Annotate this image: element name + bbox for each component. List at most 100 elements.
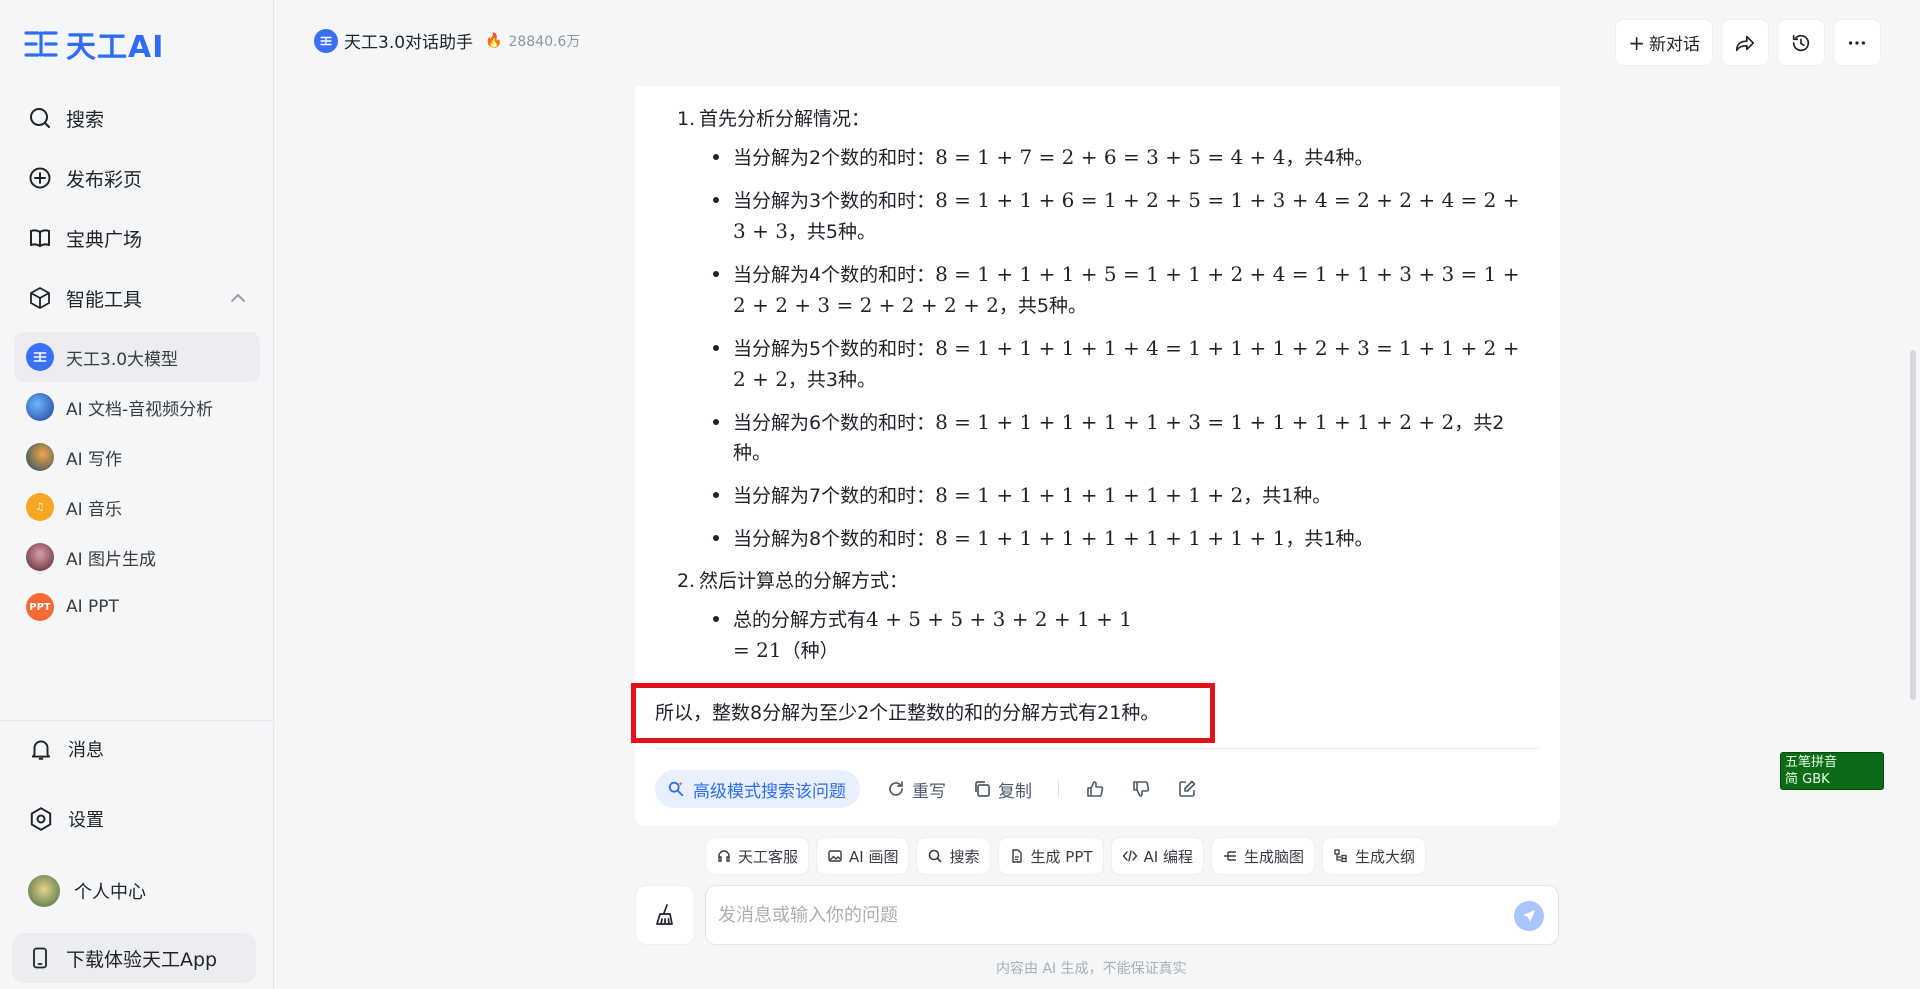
ime-mode-label: 五笔拼音	[1785, 755, 1838, 770]
tool-label: AI 画图	[849, 847, 899, 866]
bullet-text: 当分解为2个数的和时：	[733, 147, 936, 169]
brand-logo-icon	[24, 31, 58, 57]
advanced-search-icon	[668, 781, 684, 797]
subnav-item-ppt[interactable]: PPT AI PPT	[14, 582, 260, 632]
math-expression: 8 = 1 + 1 + 1 + 1 + 1 + 1 + 1 + 1	[935, 526, 1286, 550]
math-expression: 8 = 1 + 1 + 1 + 1 + 1 + 1 + 2	[935, 483, 1244, 507]
tool-label: 生成大纲	[1355, 847, 1416, 866]
tool-label: 搜索	[949, 847, 980, 866]
tool-search[interactable]: 搜索	[917, 838, 990, 874]
settings-link[interactable]: 设置	[28, 806, 104, 832]
page-scrollbar[interactable]	[1910, 350, 1916, 700]
download-app-button[interactable]: 下载体验天工App	[12, 933, 256, 983]
like-button[interactable]	[1085, 779, 1105, 799]
step-number: 2.	[677, 570, 696, 592]
messages-label: 消息	[68, 740, 104, 761]
quick-tools: 天工客服 AI 画图 搜索 生成 PPT AI 编程 生成脑图 生成大纲	[706, 838, 1426, 874]
nav-item-publish[interactable]: 发布彩页	[14, 148, 260, 208]
ime-toolbar[interactable]: 五笔拼音 简 GBK	[1780, 752, 1884, 790]
send-button[interactable]	[1514, 901, 1544, 931]
doc-analysis-avatar-icon	[26, 393, 54, 421]
new-chat-button[interactable]: + 新对话	[1616, 20, 1712, 65]
settings-icon	[30, 807, 52, 831]
edit-icon	[1179, 780, 1196, 797]
assistant-header[interactable]: 天工3.0对话助手 🔥 28840.6万	[314, 28, 580, 53]
advanced-search-button[interactable]: 高级模式搜索该问题	[655, 770, 860, 808]
advanced-search-label: 高级模式搜索该问题	[693, 781, 846, 802]
messages-link[interactable]: 消息	[28, 736, 104, 762]
bullet-tail: ，共4种。	[1285, 147, 1374, 169]
subnav-item-label: AI 图片生成	[66, 549, 157, 570]
nav-item-search[interactable]: 搜索	[14, 88, 260, 148]
history-icon	[1792, 34, 1810, 51]
message-input[interactable]	[718, 898, 1478, 932]
settings-label: 设置	[68, 810, 104, 831]
more-button[interactable]	[1834, 20, 1880, 65]
phone-icon	[33, 947, 47, 969]
share-icon	[1735, 35, 1755, 51]
thumbs-up-icon	[1087, 781, 1104, 797]
tool-outline[interactable]: 生成大纲	[1323, 838, 1426, 874]
subnav-item-tiangong-model[interactable]: 天工3.0大模型	[14, 332, 260, 382]
list-item: 当分解为5个数的和时：8 = 1 + 1 + 1 + 1 + 4 = 1 + 1…	[713, 333, 1537, 395]
step-2-bullets: 总的分解方式有4 + 5 + 5 + 3 + 2 + 1 + 1 = 21（种）	[713, 604, 1537, 666]
profile-link[interactable]: 个人中心	[28, 875, 146, 907]
clear-context-button[interactable]	[636, 886, 694, 944]
nav-item-label: 发布彩页	[66, 168, 143, 191]
ime-charset-label: 简 GBK	[1785, 772, 1830, 787]
history-button[interactable]	[1778, 20, 1824, 65]
answer-conclusion: 所以，整数8分解为至少2个正整数的和的分解方式有21种。	[655, 702, 1160, 724]
chevron-up-icon[interactable]	[228, 288, 248, 308]
plus-icon: +	[1628, 30, 1645, 55]
answer-step-1: 1. 首先分析分解情况：	[677, 104, 1537, 134]
nav-item-plaza[interactable]: 宝典广场	[14, 208, 260, 268]
plus-circle-icon	[29, 167, 51, 189]
answer-action-bar: 高级模式搜索该问题 重写 复制	[655, 770, 1197, 808]
sidebar: 天工AI 搜索 发布彩页 宝典广场 智能工具 天工3.0大模型 AI 文档-音视…	[0, 0, 274, 989]
tool-ai-coding[interactable]: AI 编程	[1111, 838, 1203, 874]
subnav-item-label: AI PPT	[66, 597, 119, 617]
rewrite-button[interactable]: 重写	[886, 777, 946, 802]
bullet-tail: ，共5种。	[998, 295, 1088, 317]
subnav-item-writing[interactable]: AI 写作	[14, 432, 260, 482]
assistant-avatar-icon	[314, 28, 338, 53]
brand-name: 天工AI	[66, 30, 165, 65]
bell-icon	[31, 740, 51, 760]
tool-mindmap[interactable]: 生成脑图	[1212, 838, 1315, 874]
brand-logo[interactable]: 天工AI	[24, 22, 164, 66]
bullet-tail: ，共5种。	[787, 221, 877, 243]
ppt-icon: PPT	[26, 593, 54, 621]
nav-item-label: 宝典广场	[66, 228, 143, 251]
main-nav: 搜索 发布彩页 宝典广场 智能工具 天工3.0大模型 AI 文档-音视频分析 A…	[14, 88, 260, 632]
list-item: 当分解为2个数的和时：8 = 1 + 7 = 2 + 6 = 3 + 5 = 4…	[713, 142, 1537, 173]
edit-button[interactable]	[1177, 779, 1197, 799]
subnav-item-image-gen[interactable]: AI 图片生成	[14, 532, 260, 582]
list-item: 总的分解方式有4 + 5 + 5 + 3 + 2 + 1 + 1 = 21（种）	[713, 604, 1537, 666]
bullet-tail: ，共3种。	[787, 369, 877, 391]
tool-label: 天工客服	[738, 847, 799, 866]
tool-ai-drawing[interactable]: AI 画图	[817, 838, 909, 874]
outline-icon	[1334, 849, 1347, 863]
tool-generate-ppt[interactable]: 生成 PPT	[998, 838, 1103, 874]
image-icon	[828, 850, 842, 862]
nav-item-tools[interactable]: 智能工具	[14, 268, 260, 328]
search-icon	[30, 108, 50, 128]
share-button[interactable]	[1722, 20, 1768, 65]
tools-subnav: 天工3.0大模型 AI 文档-音视频分析 AI 写作 ♫ AI 音乐 AI 图片…	[14, 332, 260, 632]
message-input-box	[706, 886, 1558, 944]
dislike-button[interactable]	[1131, 779, 1151, 799]
copy-button[interactable]: 复制	[972, 777, 1032, 802]
subnav-item-music[interactable]: ♫ AI 音乐	[14, 482, 260, 532]
answer-step-2: 2. 然后计算总的分解方式：	[677, 566, 1537, 596]
list-item: 当分解为8个数的和时：8 = 1 + 1 + 1 + 1 + 1 + 1 + 1…	[713, 523, 1537, 554]
tool-label: AI 编程	[1143, 847, 1193, 866]
list-item: 当分解为6个数的和时：8 = 1 + 1 + 1 + 1 + 1 + 3 = 1…	[713, 407, 1537, 468]
bullet-tail: ，共1种。	[1243, 485, 1332, 507]
bullet-text: 当分解为7个数的和时：	[733, 485, 936, 507]
mindmap-icon	[1224, 851, 1236, 861]
subnav-item-doc-analysis[interactable]: AI 文档-音视频分析	[14, 382, 260, 432]
step-title: 然后计算总的分解方式：	[699, 570, 909, 592]
tool-customer-service[interactable]: 天工客服	[706, 838, 809, 874]
tiangong-avatar-icon	[26, 343, 54, 371]
book-icon	[30, 229, 50, 247]
